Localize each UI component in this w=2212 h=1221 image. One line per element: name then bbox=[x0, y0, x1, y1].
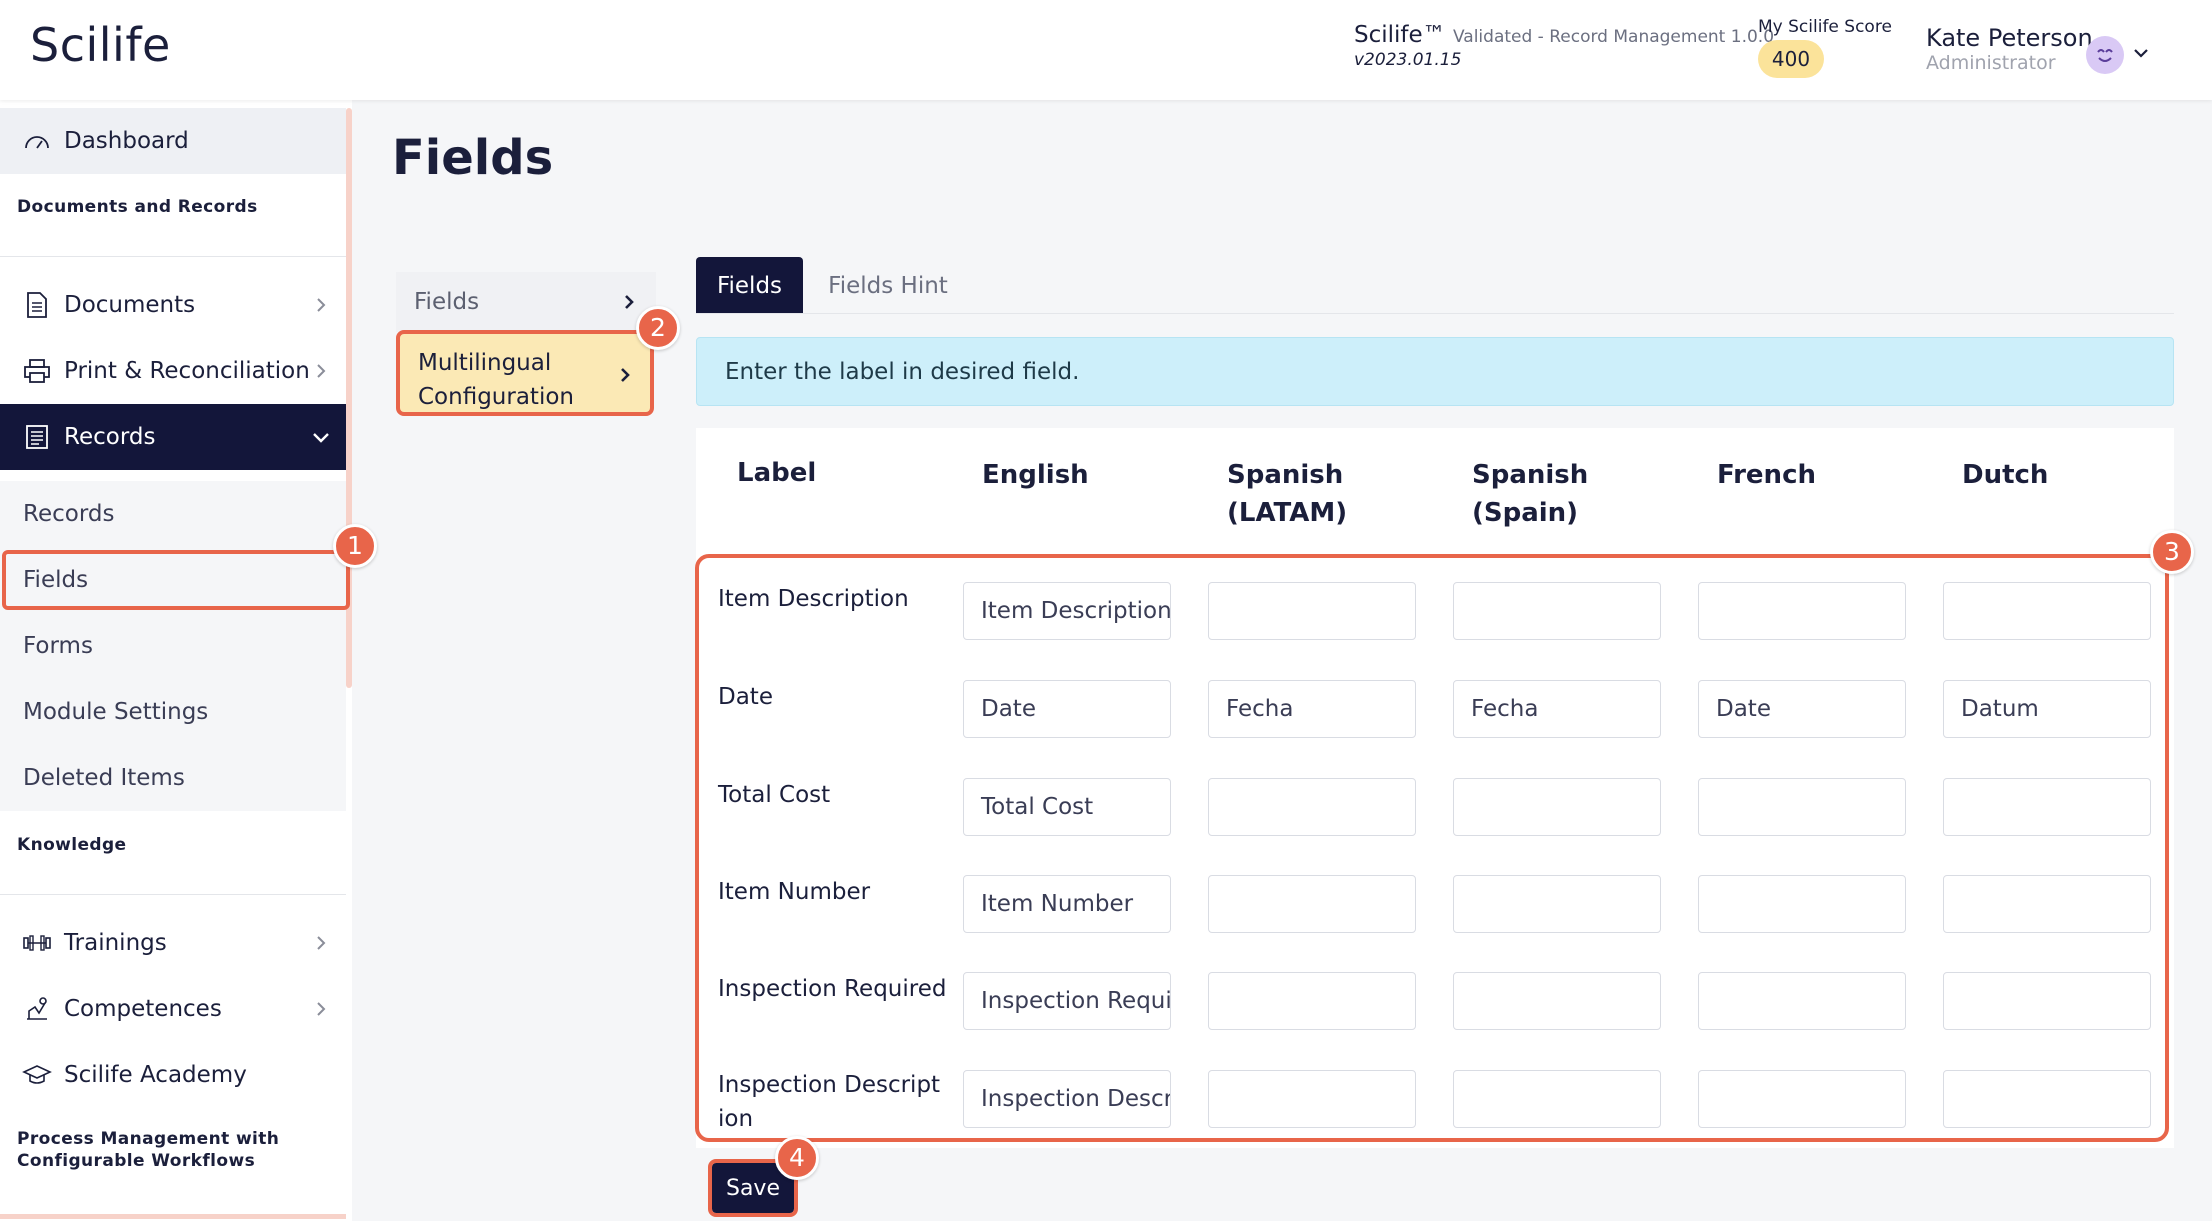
column-header-spanish-spain: Spanish (Spain) bbox=[1472, 456, 1588, 532]
chevron-right-icon bbox=[317, 1002, 326, 1016]
app-logo[interactable]: Scilife bbox=[30, 18, 171, 72]
app-name: Scilife™ bbox=[1354, 22, 1446, 48]
column-header-english: English bbox=[982, 460, 1089, 490]
sidebar-item-print[interactable]: Print & Reconciliation bbox=[0, 338, 346, 404]
info-alert: Enter the label in desired field. bbox=[696, 337, 2174, 406]
sidebar-item-dashboard[interactable]: Dashboard bbox=[0, 108, 346, 174]
tab-fields[interactable]: Fields bbox=[696, 257, 803, 314]
sidebar-divider bbox=[0, 894, 346, 895]
score-label: My Scilife Score bbox=[1758, 17, 1892, 37]
step-badge-3: 3 bbox=[2150, 530, 2194, 574]
sidebar-subitem-records[interactable]: Records bbox=[0, 481, 346, 547]
sidebar-item-label: Documents bbox=[64, 292, 196, 318]
chevron-right-icon bbox=[621, 368, 630, 382]
document-icon bbox=[22, 290, 52, 320]
sidebar-subitem-module-settings[interactable]: Module Settings bbox=[0, 679, 346, 745]
avatar-smile-icon bbox=[2097, 49, 2113, 62]
fields-highlight-box bbox=[2, 550, 350, 610]
sidebar-section-docs: Documents and Records bbox=[17, 197, 258, 217]
sidebar-item-competences[interactable]: Competences bbox=[0, 976, 346, 1042]
column-header-french: French bbox=[1717, 460, 1816, 490]
subnav-multilingual-configuration[interactable]: Multilingual Configuration bbox=[396, 330, 654, 416]
user-role: Administrator bbox=[1926, 52, 2056, 74]
academy-cap-icon bbox=[22, 1060, 52, 1090]
column-header-text: (LATAM) bbox=[1227, 498, 1348, 528]
sidebar-item-label: Competences bbox=[64, 996, 222, 1022]
sidebar-item-label: Records bbox=[64, 424, 156, 450]
sidebar-item-trainings[interactable]: Trainings bbox=[0, 910, 346, 976]
sidebar-subitem-forms[interactable]: Forms bbox=[0, 613, 346, 679]
sidebar-item-documents[interactable]: Documents bbox=[0, 272, 346, 338]
tab-fields-hint[interactable]: Fields Hint bbox=[818, 257, 958, 314]
page-title: Fields bbox=[392, 130, 554, 186]
step-badge-1: 1 bbox=[333, 524, 377, 568]
app-info: Scilife™ Validated - Record Management 1… bbox=[1354, 22, 1774, 48]
chevron-down-icon[interactable] bbox=[2130, 42, 2152, 64]
app-module: Validated - Record Management 1.0.0 bbox=[1452, 27, 1775, 47]
competences-icon bbox=[22, 994, 52, 1024]
records-icon bbox=[22, 422, 52, 452]
trainings-dumbbell-icon bbox=[22, 928, 52, 958]
sidebar-item-label: Dashboard bbox=[64, 128, 189, 154]
chevron-right-icon bbox=[317, 936, 326, 950]
column-header-text: Spanish bbox=[1227, 460, 1344, 490]
column-header-text: (Spain) bbox=[1472, 498, 1579, 528]
sidebar-section-knowledge: Knowledge bbox=[17, 835, 127, 855]
step-badge-4: 4 bbox=[775, 1136, 819, 1180]
chevron-right-icon bbox=[317, 298, 326, 312]
sidebar-item-label: Trainings bbox=[64, 930, 167, 956]
subnav-fields[interactable]: Fields bbox=[396, 272, 656, 332]
sidebar-bottom-bar bbox=[0, 1214, 346, 1219]
sidebar-divider bbox=[0, 256, 346, 257]
sidebar-section-process-line1: Process Management with bbox=[17, 1129, 280, 1149]
dashboard-gauge-icon bbox=[22, 126, 52, 156]
fields-table-highlight-box bbox=[695, 554, 2169, 1142]
column-header-spanish-latam: Spanish (LATAM) bbox=[1227, 456, 1347, 532]
printer-icon bbox=[22, 356, 52, 386]
score-badge[interactable]: 400 bbox=[1758, 40, 1824, 78]
chevron-right-icon bbox=[625, 295, 634, 309]
subnav-fields-label: Fields bbox=[414, 289, 480, 315]
sidebar: Dashboard Documents and Records Document… bbox=[0, 100, 352, 1221]
top-header: Scilife Scilife™ Validated - Record Mana… bbox=[0, 0, 2212, 100]
sidebar-item-academy[interactable]: Scilife Academy bbox=[0, 1042, 346, 1108]
subnav-ml-line1: Multilingual bbox=[418, 350, 552, 376]
tab-divider bbox=[696, 313, 2174, 314]
sidebar-item-label: Print & Reconciliation bbox=[64, 358, 310, 384]
sidebar-subitem-deleted-items[interactable]: Deleted Items bbox=[0, 745, 346, 811]
column-header-text: Spanish bbox=[1472, 460, 1589, 490]
step-badge-2: 2 bbox=[636, 306, 680, 350]
subnav-ml-line2: Configuration bbox=[418, 384, 574, 410]
chevron-right-icon bbox=[317, 364, 326, 378]
column-header-dutch: Dutch bbox=[1962, 460, 2049, 490]
app-version: v2023.01.15 bbox=[1354, 50, 1462, 70]
column-header-label: Label bbox=[737, 458, 817, 488]
avatar[interactable] bbox=[2086, 36, 2124, 74]
sidebar-section-process: Process Management with Configurable Wor… bbox=[17, 1128, 279, 1172]
sidebar-item-records[interactable]: Records bbox=[0, 404, 346, 470]
sidebar-item-label: Scilife Academy bbox=[64, 1062, 247, 1088]
user-name[interactable]: Kate Peterson bbox=[1926, 24, 2093, 52]
sidebar-section-process-line2: Configurable Workflows bbox=[17, 1151, 256, 1171]
chevron-down-icon bbox=[313, 433, 329, 443]
